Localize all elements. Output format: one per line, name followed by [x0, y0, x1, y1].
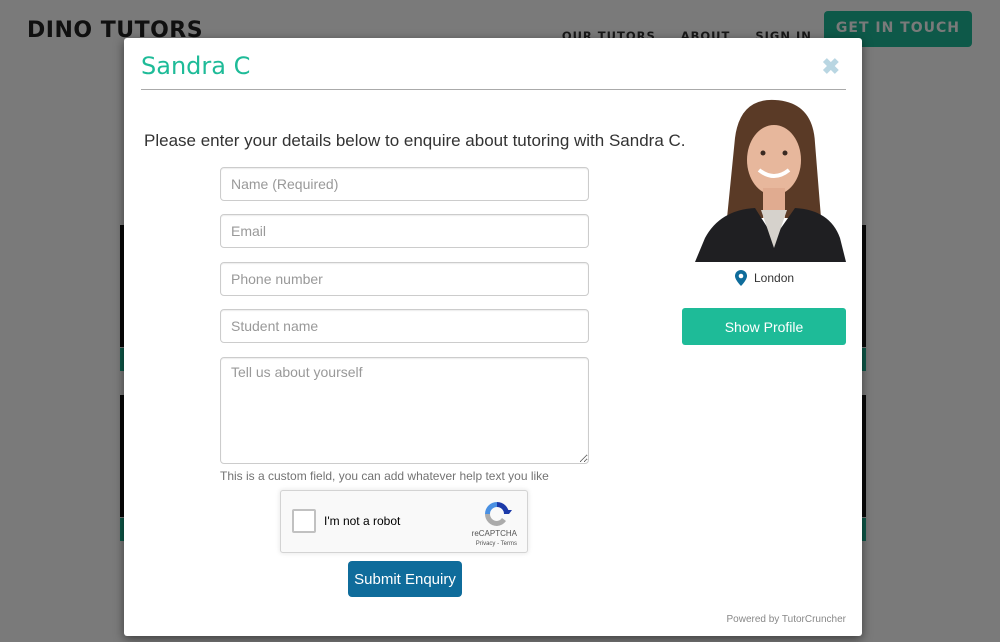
email-field[interactable] [220, 214, 589, 248]
modal-divider [141, 89, 846, 90]
close-icon[interactable]: ✖ [822, 56, 840, 78]
recaptcha-checkbox[interactable] [292, 509, 316, 533]
show-profile-button[interactable]: Show Profile [682, 308, 846, 345]
modal-title: Sandra C [141, 52, 251, 80]
phone-field[interactable] [220, 262, 589, 296]
recaptcha-widget: I'm not a robot reCAPTCHA Privacy - Term… [280, 490, 528, 553]
recaptcha-links[interactable]: Privacy - Terms [476, 541, 517, 547]
map-pin-icon [735, 270, 747, 286]
recaptcha-logo-icon [485, 502, 512, 526]
enquiry-modal: Sandra C ✖ Please enter your details bel… [124, 38, 862, 636]
help-text: This is a custom field, you can add what… [220, 469, 549, 483]
location-text: London [754, 271, 795, 285]
intro-text: Please enter your details below to enqui… [144, 131, 686, 150]
tutor-photo [695, 98, 846, 262]
name-field[interactable] [220, 167, 589, 201]
powered-by[interactable]: Powered by TutorCruncher [726, 614, 846, 625]
tutor-location: London [735, 270, 794, 286]
recaptcha-brand: reCAPTCHA [471, 529, 517, 538]
about-textarea[interactable] [220, 357, 589, 464]
submit-enquiry-button[interactable]: Submit Enquiry [348, 561, 462, 597]
tutor-portrait-icon [695, 98, 846, 262]
student-name-field[interactable] [220, 309, 589, 343]
recaptcha-label: I'm not a robot [324, 514, 401, 528]
